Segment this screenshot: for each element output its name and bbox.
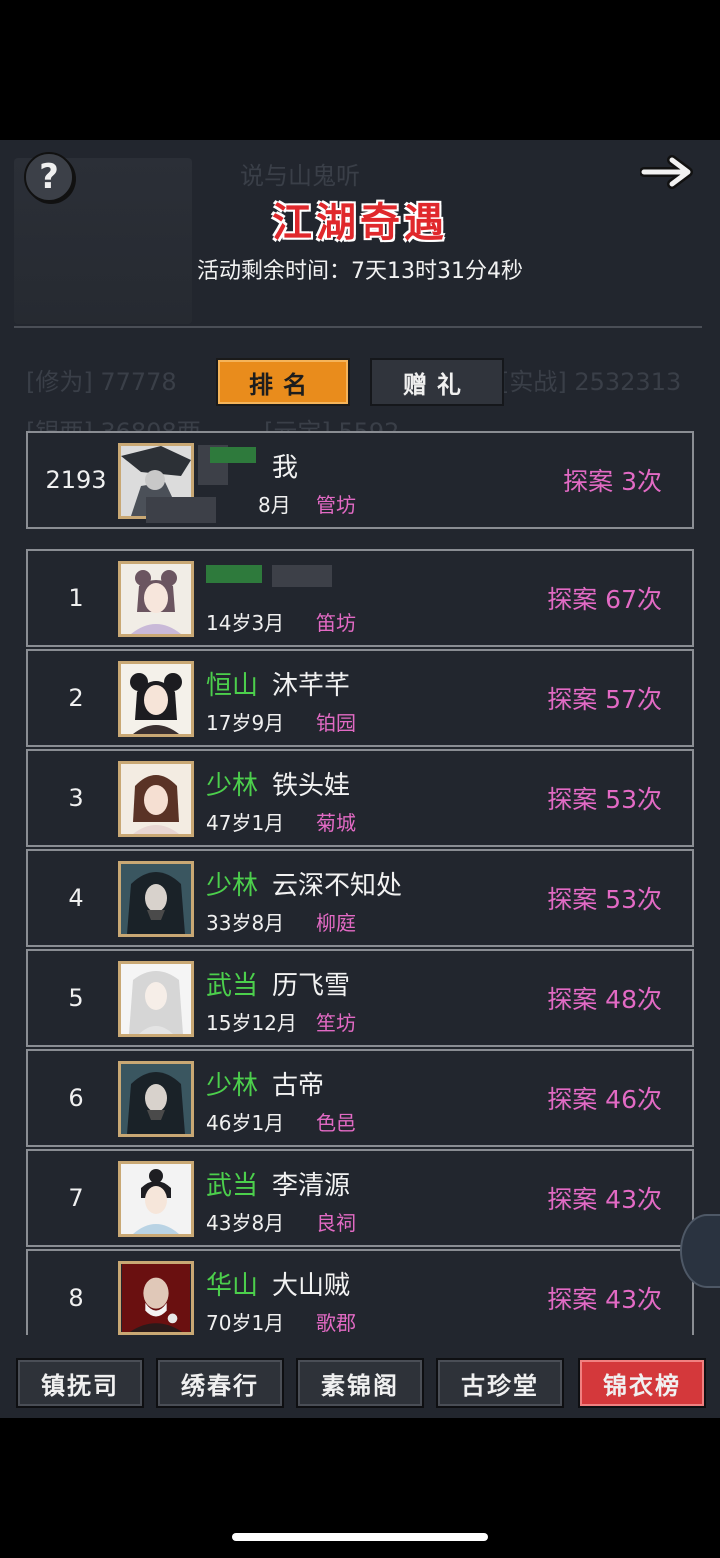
player-name: 古帝 [272, 1071, 325, 1101]
rank-number: 6 [68, 1084, 84, 1112]
avatar [118, 861, 194, 937]
avatar [118, 561, 194, 637]
player-name: 云深不知处 [272, 871, 403, 901]
player-place: 铂园 [316, 711, 356, 735]
player-score: 探案 53次 [547, 785, 662, 814]
player-sect: 恒山 [206, 671, 259, 701]
remaining-time-value: 7天13时31分4秒 [351, 259, 523, 284]
player-name: 历飞雪 [272, 971, 351, 1001]
rank-number: 3 [68, 784, 84, 812]
nav-guzhentang[interactable]: 古珍堂 [436, 1358, 564, 1408]
player-place: 笛坊 [316, 611, 356, 635]
rank-number: 8 [68, 1284, 84, 1312]
player-score: 探案 57次 [547, 685, 662, 714]
player-sect: 华山 [206, 1271, 259, 1301]
background-text: [实战] 2532313 [500, 368, 682, 396]
player-sect: 少林 [206, 1071, 259, 1101]
tab-ranking[interactable]: 排名 [216, 358, 350, 406]
rank-number: 4 [68, 884, 84, 912]
player-score: 探案 43次 [547, 1285, 662, 1314]
player-place: 良祠 [316, 1211, 356, 1235]
player-score: 探案 48次 [547, 985, 662, 1014]
event-panel: 说与山鬼听 [修为] 77778 [实战] 2532313 [银两] 36808… [0, 140, 720, 1418]
censor-block [210, 447, 256, 463]
player-age: 15岁12月 [206, 1011, 297, 1035]
my-score: 探案 3次 [563, 467, 662, 496]
rank-number: 5 [68, 984, 84, 1012]
nav-jinyibang[interactable]: 锦衣榜 [578, 1358, 706, 1408]
player-age: 33岁8月 [206, 911, 285, 935]
player-age: 17岁9月 [206, 711, 285, 735]
player-name: 李清源 [272, 1171, 351, 1201]
player-place: 色邑 [316, 1111, 356, 1135]
remaining-time: 活动剩余时间：7天13时31分4秒 [0, 253, 720, 285]
ranking-row[interactable]: 6 少林 古帝 46岁1月 色邑 探案 46次 [26, 1049, 694, 1147]
player-age: 43岁8月 [206, 1211, 285, 1235]
player-sect: 武当 [206, 1171, 259, 1201]
arrow-right-icon [639, 155, 693, 189]
player-name: 沐芊芊 [272, 671, 351, 701]
player-place: 歌郡 [316, 1311, 356, 1335]
ranking-row[interactable]: 5 武当 历飞雪 15岁12月 笙坊 探案 48次 [26, 949, 694, 1047]
remaining-time-label: 活动剩余时间： [197, 259, 352, 284]
rank-number: 1 [68, 584, 84, 612]
tab-gift[interactable]: 赠礼 [370, 358, 504, 406]
player-name: 铁头娃 [272, 771, 351, 801]
nav-zhenfusi[interactable]: 镇抚司 [16, 1358, 144, 1408]
player-sect: 武当 [206, 971, 259, 1001]
my-age: 8月 [258, 493, 291, 517]
my-ranking-row[interactable]: 2193 我 8月 管坊 探案 3次 [26, 431, 694, 529]
background-text: 说与山鬼听 [240, 162, 360, 190]
nav-sujinge[interactable]: 素锦阁 [296, 1358, 424, 1408]
player-place: 笙坊 [316, 1011, 356, 1035]
ranking-row[interactable]: 2 恒山 沐芊芊 17岁9月 铂园 探案 57次 [26, 649, 694, 747]
player-sect: 少林 [206, 871, 259, 901]
my-place: 管坊 [316, 493, 356, 517]
avatar [118, 961, 194, 1037]
background-text: [修为] 77778 [26, 368, 177, 396]
player-score: 探案 53次 [547, 885, 662, 914]
player-score: 探案 43次 [547, 1185, 662, 1214]
avatar [118, 761, 194, 837]
ranking-row[interactable]: 3 少林 铁头娃 47岁1月 菊城 探案 53次 [26, 749, 694, 847]
player-score: 探案 46次 [547, 1085, 662, 1114]
my-rank: 2193 [45, 466, 107, 494]
player-name: 大山贼 [272, 1271, 351, 1301]
nav-xiuchunxing[interactable]: 绣春行 [156, 1358, 284, 1408]
censor-block [206, 565, 262, 583]
event-title: 江湖奇遇 [272, 199, 448, 246]
avatar [118, 1161, 194, 1237]
avatar [118, 661, 194, 737]
player-age: 46岁1月 [206, 1111, 285, 1135]
ranking-row[interactable]: 8 华山 大山贼 70岁1月 歌郡 探案 43次 [26, 1249, 694, 1335]
back-button[interactable] [639, 152, 700, 192]
home-indicator[interactable] [232, 1533, 488, 1541]
my-name: 我 [272, 453, 299, 483]
avatar [118, 1261, 194, 1335]
rank-number: 2 [68, 684, 84, 712]
player-place: 柳庭 [316, 911, 356, 935]
avatar [118, 1061, 194, 1137]
player-age: 14岁3月 [206, 611, 285, 635]
censor-block [146, 497, 216, 523]
player-sect: 少林 [206, 771, 259, 801]
player-place: 菊城 [316, 811, 356, 835]
ranking-row[interactable]: 4 少林 云深不知处 33岁8月 柳庭 探案 53次 [26, 849, 694, 947]
player-age: 47岁1月 [206, 811, 285, 835]
censor-block [272, 565, 332, 587]
player-score: 探案 67次 [547, 585, 662, 614]
player-age: 70岁1月 [206, 1311, 285, 1335]
background-divider [14, 326, 702, 328]
ranking-row[interactable]: 1 14岁3月 笛坊 探案 67次 [26, 549, 694, 647]
ranking-row[interactable]: 7 武当 李清源 43岁8月 良祠 探案 43次 [26, 1149, 694, 1247]
rank-number: 7 [68, 1184, 84, 1212]
bottom-nav: 镇抚司 绣春行 素锦阁 古珍堂 锦衣榜 [16, 1358, 706, 1410]
